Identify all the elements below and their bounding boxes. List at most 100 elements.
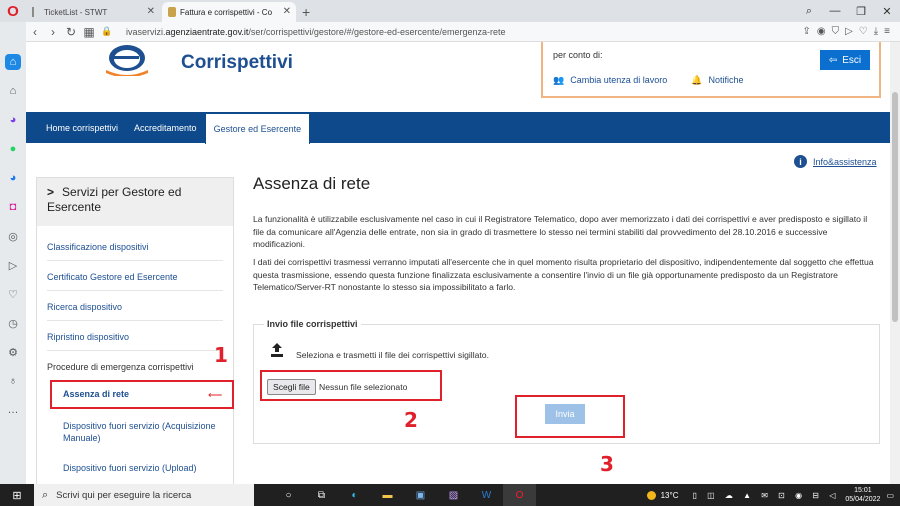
restore-icon[interactable]: ❐ [848,0,874,22]
notification-center-icon[interactable]: ▭ [886,491,894,500]
search-icon: ⌕ [42,488,49,501]
windows-start-icon[interactable]: ⊞ [0,484,34,506]
word-icon[interactable]: W [470,484,503,506]
instagram-icon[interactable]: ◘ [5,199,21,215]
photos-icon[interactable]: ▨ [437,484,470,506]
logout-icon: ⇦ [828,54,838,66]
close-window-icon[interactable]: ✕ [874,0,900,22]
page-viewport: Corrispettivi per conto di: 👥 Cambia uten… [26,42,890,484]
heart-icon[interactable]: ♡ [859,26,868,37]
browser-tab-strip: O TicketList - STWT ✕ Fattura e corrispe… [0,0,900,22]
change-user-label: Cambia utenza di lavoro [570,75,668,85]
favourites-icon[interactable]: ♡ [5,286,21,302]
menu-item-classificazione[interactable]: Classificazione dispositivi [47,242,223,261]
nav-home-corrispettivi[interactable]: Home corrispettivi [38,112,126,143]
home-icon[interactable]: ⌂ [5,83,21,99]
shield-icon[interactable]: ⛉ [832,26,840,37]
taskbar-search[interactable]: ⌕ Scrivi qui per eseguire la ricerca [34,484,254,506]
opera-logo-icon[interactable]: O [0,0,26,22]
camera-icon[interactable]: ◉ [817,26,826,37]
users-icon: 👥 [553,75,565,85]
help-link-label: Info&assistenza [813,156,877,167]
search-tabs-icon[interactable]: ⌕ [796,0,822,22]
url-field[interactable]: ivaservizi.agenziaentrate.gov.it/ser/cor… [126,27,802,37]
tab-title: TicketList - STWT [44,7,108,17]
tab-fattura[interactable]: Fattura e corrispettivi - Co ✕ [162,2,296,22]
whatsapp-icon[interactable]: ● [5,141,21,157]
clock[interactable]: 15:01 05/04/2022 [845,486,880,504]
bell-icon: 🔔 [691,75,703,85]
close-icon[interactable]: ✕ [283,6,291,17]
reload-icon[interactable]: ↻ [62,25,80,39]
store-icon[interactable]: ▣ [404,484,437,506]
app-title: Corrispettivi [181,52,293,73]
tab-ticketlist[interactable]: TicketList - STWT ✕ [26,2,160,22]
url-domain: agenziaentrate.gov.it [165,26,249,37]
new-tab-icon[interactable]: + [302,2,310,22]
history-icon[interactable]: ◷ [5,315,21,331]
exit-label: Esci [842,54,862,66]
windows-taskbar: ⊞ ⌕ Scrivi qui per eseguire la ricerca ○… [0,484,900,506]
url-prefix: ivaservizi. [126,26,166,37]
annotation-box-3 [515,395,625,438]
tabs-grid-icon[interactable]: ▦ [80,25,98,39]
scrollbar-thumb[interactable] [892,92,898,322]
menu-sub-fuori-servizio-manuale[interactable]: Dispositivo fuori servizio (Acquisizione… [63,420,223,444]
share-icon[interactable]: ⇪ [802,26,810,37]
close-icon[interactable]: ✕ [147,6,155,17]
instagram-direct-icon[interactable]: ◕ [5,170,21,186]
annotation-label-1: 1 [214,343,228,367]
opera-taskbar-icon[interactable]: O [503,484,536,506]
agenzia-logo-icon [106,45,148,76]
speed-dial-icon[interactable]: ⌂ [5,54,21,70]
messenger-icon[interactable]: ◕ [5,112,21,128]
page-title: Assenza di rete [253,174,371,193]
opera-sidebar: ⌂ ⌂ ◕ ● ◕ ◘ ◎ ▷ ♡ ◷ ⚙ ♁ … [0,22,26,484]
left-menu-title: Servizi per Gestore ed Esercente [47,185,182,214]
lightbulb-icon[interactable]: ♁ [5,373,21,389]
change-user-link[interactable]: 👥 Cambia utenza di lavoro [553,75,673,86]
taskbar-search-placeholder: Scrivi qui per eseguire la ricerca [56,489,192,501]
clock-time: 15:01 [854,487,872,494]
download-icon[interactable]: ⤓ [874,26,878,37]
tab-favicon-icon [32,7,40,17]
menu-item-ricerca[interactable]: Ricerca dispositivo [47,302,223,321]
nav-accreditamento[interactable]: Accreditamento [126,112,205,143]
nav-gestore-ed-esercente[interactable]: Gestore ed Esercente [204,113,311,144]
menu-item-certificato[interactable]: Certificato Gestore ed Esercente [47,272,223,291]
taskbar-apps: ○ ⧉ ◐ ▬ ▣ ▨ W O [272,484,536,506]
cortana-icon[interactable]: ○ [272,484,305,506]
more-icon[interactable]: … [5,402,21,418]
clock-date: 05/04/2022 [845,496,881,503]
annotation-label-3: 3 [600,452,614,476]
back-icon[interactable]: ‹ [26,25,44,39]
page-scrollbar[interactable] [890,42,900,484]
temperature[interactable]: 13°C [661,491,679,500]
edge-icon[interactable]: ◐ [338,484,371,506]
address-right-icons: ⇪ ◉ ⛉ ▷ ♡ ⤓ ≡ [802,26,890,37]
upload-instruction: Seleziona e trasmetti il file dei corris… [296,350,489,360]
forward-icon[interactable]: › [44,25,62,39]
menu-item-ripristino[interactable]: Ripristino dispositivo [47,332,223,351]
play-icon[interactable]: ▷ [845,26,853,37]
player-icon[interactable]: ◎ [5,228,21,244]
minimize-icon[interactable]: — [822,0,848,22]
left-menu-header[interactable]: > Servizi per Gestore ed Esercente [37,178,233,226]
annotation-label-2: 2 [404,408,418,432]
notifications-link[interactable]: 🔔 Notifiche [691,75,749,86]
agenzia-favicon-icon [168,7,176,17]
system-tray: 13°C ▯ ◫ ☁ ▲ ✉ ⊡ ◉ ⊟ ◁ 15:01 05/04/2022 … [646,484,900,506]
window-controls: ⌕ — ❐ ✕ [796,0,900,22]
user-links: 👥 Cambia utenza di lavoro 🔔 Notifiche [553,75,750,86]
exit-button[interactable]: ⇦ Esci [820,50,870,70]
task-view-icon[interactable]: ⧉ [305,484,338,506]
weather-icon [646,490,656,500]
help-link[interactable]: i Info&assistenza [794,155,877,168]
settings-icon[interactable]: ⚙ [5,344,21,360]
tray-icons[interactable]: ▯ ◫ ☁ ▲ ✉ ⊡ ◉ ⊟ ◁ [692,491,839,500]
menu-sub-fuori-servizio-upload[interactable]: Dispositivo fuori servizio (Upload) [63,462,223,474]
file-explorer-icon[interactable]: ▬ [371,484,404,506]
intro-paragraph: La funzionalità è utilizzabile esclusiva… [253,214,868,249]
send-icon[interactable]: ▷ [5,257,21,273]
menu-icon[interactable]: ≡ [884,26,890,37]
